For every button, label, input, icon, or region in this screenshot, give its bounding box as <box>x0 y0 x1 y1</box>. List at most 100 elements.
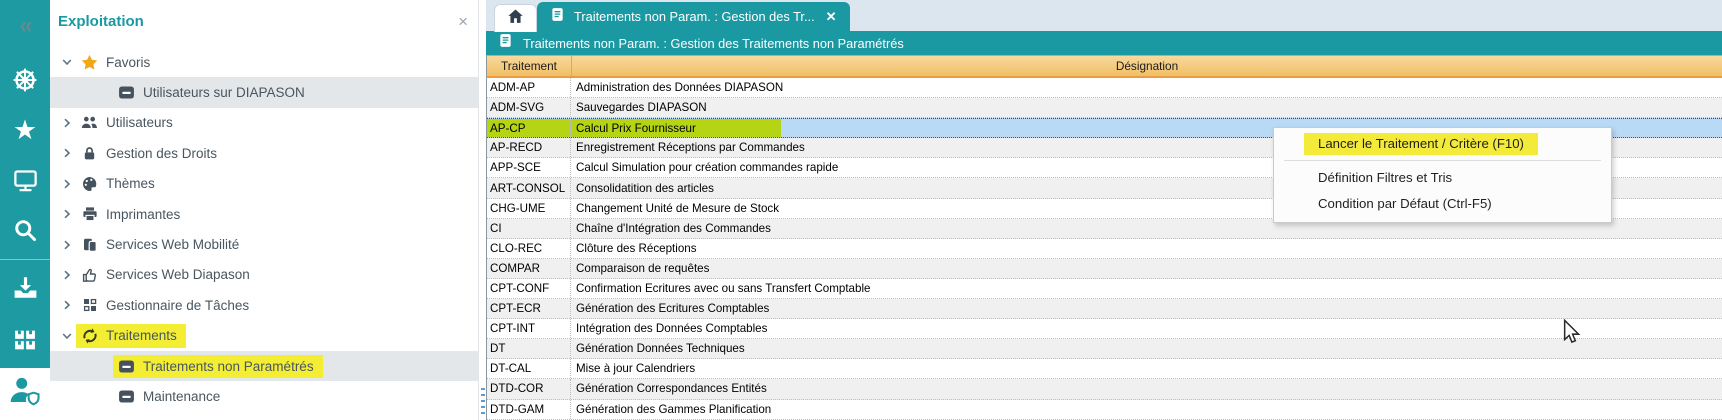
table-row-adm-svg[interactable]: ADM-SVGSauvegardes DIAPASON <box>487 98 1722 118</box>
cell-designation: Mise à jour Calendriers <box>571 359 1722 378</box>
table-row-compar[interactable]: COMPARComparaison de requêtes <box>487 259 1722 279</box>
nav-item-content: Utilisateurs sur DIAPASON <box>113 81 314 104</box>
cell-designation: Génération des Gammes Planification <box>571 400 1722 419</box>
cell-designation: Intégration des Données Comptables <box>571 319 1722 338</box>
panel-splitter-handle[interactable] <box>481 388 485 418</box>
nav-item-content: Services Web Diapason <box>76 264 259 286</box>
nav-item-content: Gestion des Droits <box>76 143 226 164</box>
nav-item-content: Traitements <box>76 324 186 348</box>
cell-traitement: CHG-UME <box>487 199 571 218</box>
screens-icon[interactable] <box>0 164 50 196</box>
cell-traitement: DT <box>487 339 571 358</box>
nav-item-label: Imprimantes <box>106 207 180 222</box>
nav-item-traitements[interactable]: Traitements <box>50 321 478 351</box>
nav-item-services-web-mobilit-[interactable]: Services Web Mobilité <box>50 229 478 259</box>
column-header-traitement[interactable]: Traitement <box>487 56 572 76</box>
nav-item-label: Services Web Mobilité <box>106 237 239 252</box>
table-row-cpt-int[interactable]: CPT-INTIntégration des Données Comptable… <box>487 319 1722 339</box>
cell-traitement: CLO-REC <box>487 239 571 258</box>
table-row-dtd-gam[interactable]: DTD-GAMGénération des Gammes Planificati… <box>487 400 1722 420</box>
table-row-dtd-cor[interactable]: DTD-CORGénération Correspondances Entité… <box>487 379 1722 399</box>
star-favorite-icon <box>80 54 99 71</box>
navigation-panel: Exploitation × FavorisUtilisateurs sur D… <box>50 0 479 420</box>
nav-item-traitements-non-param-tr-s[interactable]: Traitements non Paramétrés <box>50 351 478 381</box>
window-title: Traitements non Param. : Gestion des Tra… <box>523 36 904 51</box>
column-header-designation[interactable]: Désignation <box>572 56 1722 76</box>
table-row-cpt-conf[interactable]: CPT-CONFConfirmation Ecritures avec ou s… <box>487 279 1722 299</box>
icon-rail: « ★ <box>0 0 50 368</box>
menu-item-d-finition-filtres-et-tris[interactable]: Définition Filtres et Tris <box>1274 164 1611 190</box>
nav-item-label: Favoris <box>106 55 150 70</box>
cell-designation: Génération des Ecritures Comptables <box>571 299 1722 318</box>
chevron-right-icon[interactable] <box>62 270 76 280</box>
nav-item-gestion-des-droits[interactable]: Gestion des Droits <box>50 138 478 168</box>
menu-item-lancer-le-traitement-crit-re-f10-[interactable]: Lancer le Traitement / Critère (F10) <box>1274 131 1611 157</box>
nav-item-content: Utilisateurs <box>76 111 182 134</box>
task-grid-icon <box>80 297 99 313</box>
table-row-clo-rec[interactable]: CLO-RECClôture des Réceptions <box>487 239 1722 259</box>
collapse-left-icon[interactable]: « <box>0 12 50 40</box>
chevron-right-icon[interactable] <box>62 148 76 158</box>
table-row-adm-ap[interactable]: ADM-APAdministration des Données DIAPASO… <box>487 78 1722 98</box>
table-row-dt[interactable]: DTGénération Données Techniques <box>487 339 1722 359</box>
import-tray-icon[interactable] <box>0 269 50 305</box>
nav-item-label: Traitements non Paramétrés <box>143 359 314 374</box>
cell-designation: Clôture des Réceptions <box>571 239 1722 258</box>
tab-bar: Traitements non Param. : Gestion des Tr.… <box>486 0 1722 31</box>
search-icon[interactable] <box>0 213 50 247</box>
tab-home[interactable] <box>494 4 537 32</box>
nav-item-utilisateurs[interactable]: Utilisateurs <box>50 108 478 138</box>
favorites-star-icon[interactable]: ★ <box>0 114 50 146</box>
home-icon <box>506 7 525 31</box>
nav-item-content: Favoris <box>76 51 159 74</box>
close-panel-icon[interactable]: × <box>458 12 468 32</box>
chevron-down-icon[interactable] <box>62 57 76 67</box>
nav-item-partial[interactable] <box>50 412 478 420</box>
cell-designation: Sauvegardes DIAPASON <box>571 98 1722 117</box>
nav-item-imprimantes[interactable]: Imprimantes <box>50 199 478 229</box>
nav-item-content <box>113 415 152 420</box>
grid-header: Traitement Désignation <box>486 55 1722 78</box>
user-security-icon[interactable] <box>8 374 41 412</box>
modules-icon[interactable] <box>0 322 50 358</box>
users-icon <box>80 114 99 131</box>
nav-item-maintenance[interactable]: Maintenance <box>50 381 478 411</box>
lock-icon <box>80 146 99 161</box>
document-icon <box>550 7 565 27</box>
nav-item-gestionnaire-de-t-ches[interactable]: Gestionnaire de Tâches <box>50 290 478 320</box>
cell-traitement: ADM-AP <box>487 78 571 97</box>
nav-item-utilisateurs-sur-diapason[interactable]: Utilisateurs sur DIAPASON <box>50 77 478 107</box>
nav-item-services-web-diapason[interactable]: Services Web Diapason <box>50 260 478 290</box>
nav-item-favoris[interactable]: Favoris <box>50 47 478 77</box>
chevron-right-icon[interactable] <box>62 209 76 219</box>
nav-item-content: Gestionnaire de Tâches <box>76 294 258 316</box>
cell-designation: Comparaison de requêtes <box>571 259 1722 278</box>
chevron-right-icon[interactable] <box>62 240 76 250</box>
menu-separator <box>1284 160 1601 161</box>
cell-designation: Génération Correspondances Entités <box>571 379 1722 398</box>
menu-item-condition-par-d-faut-ctrl-f5-[interactable]: Condition par Défaut (Ctrl-F5) <box>1274 190 1611 216</box>
nav-item-label: Traitements <box>106 328 177 343</box>
nav-item-content: Services Web Mobilité <box>76 234 248 256</box>
cell-designation: Confirmation Ecritures avec ou sans Tran… <box>571 279 1722 298</box>
cell-traitement: CI <box>487 219 571 238</box>
chevron-down-icon[interactable] <box>62 331 76 341</box>
cell-traitement: AP-CP <box>487 119 571 137</box>
cell-traitement: DTD-COR <box>487 379 571 398</box>
table-row-cpt-ecr[interactable]: CPT-ECRGénération des Ecritures Comptabl… <box>487 299 1722 319</box>
menu-item-label: Définition Filtres et Tris <box>1274 170 1452 185</box>
nav-item-label: Maintenance <box>143 389 220 404</box>
tab-traitements-non-param[interactable]: Traitements non Param. : Gestion des Tr.… <box>537 2 850 31</box>
card-icon <box>117 388 136 405</box>
menu-item-label: Lancer le Traitement / Critère (F10) <box>1304 133 1538 155</box>
cell-traitement: AP-RECD <box>487 138 571 157</box>
chevron-right-icon[interactable] <box>62 118 76 128</box>
cell-traitement: DT-CAL <box>487 359 571 378</box>
nav-item-th-mes[interactable]: Thèmes <box>50 169 478 199</box>
settings-wheel-icon[interactable] <box>0 64 50 96</box>
table-row-dt-cal[interactable]: DT-CALMise à jour Calendriers <box>487 359 1722 379</box>
close-tab-icon[interactable]: ✕ <box>826 9 837 25</box>
cell-traitement: CPT-ECR <box>487 299 571 318</box>
chevron-right-icon[interactable] <box>62 300 76 310</box>
chevron-right-icon[interactable] <box>62 179 76 189</box>
